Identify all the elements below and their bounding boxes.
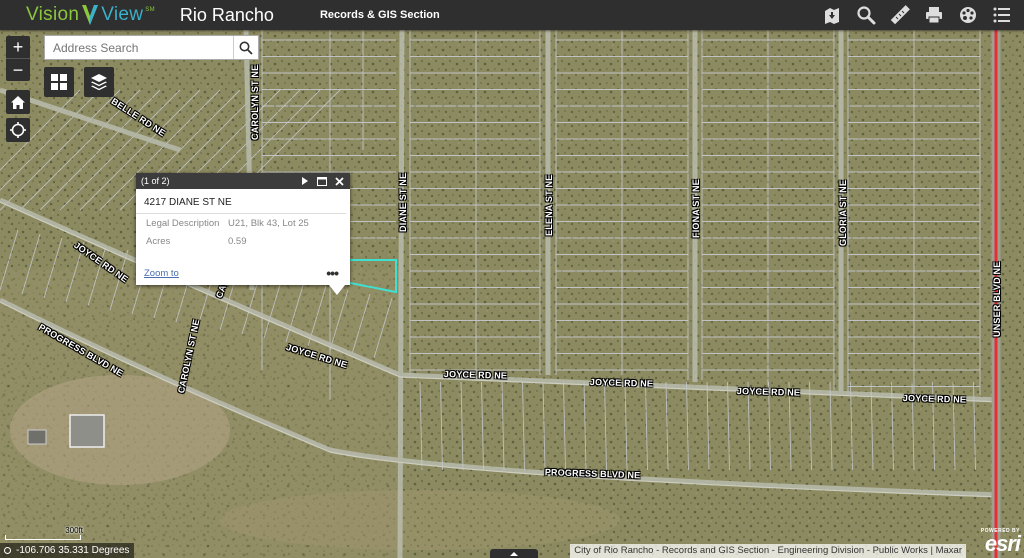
search-submit-button[interactable] (233, 36, 258, 59)
satellite-basemap (0, 30, 1024, 558)
scale-bar-line (5, 535, 81, 540)
header-toolbar (820, 0, 1014, 30)
coordinate-toggle-icon[interactable] (4, 547, 11, 554)
map-attribution: City of Rio Rancho - Records and GIS Sec… (570, 544, 966, 558)
city-title: Rio Rancho (179, 4, 274, 25)
home-icon (11, 95, 25, 109)
layers-palette-icon[interactable] (956, 3, 980, 27)
grid-icon (51, 74, 67, 90)
field-key: Acres (146, 236, 171, 247)
scale-bar: 300ft (5, 526, 83, 540)
measure-icon[interactable] (888, 3, 912, 27)
print-icon[interactable] (922, 3, 946, 27)
close-icon[interactable] (333, 175, 345, 187)
search-icon (239, 41, 253, 55)
popup-feature-count: (1 of 2) (141, 176, 170, 186)
field-value: U21, Blk 43, Lot 25 (228, 218, 309, 229)
road-label: UNSER BLVD NE (992, 261, 1002, 337)
popup-header: (1 of 2) (136, 173, 350, 189)
road-label: FIONA ST NE (691, 179, 701, 238)
layer-list-button[interactable] (84, 67, 114, 97)
logo-sm-mark: SM (145, 7, 155, 13)
road-label: JOYCE RD NE (443, 369, 508, 381)
address-search (44, 35, 259, 60)
attribute-table-toggle[interactable] (490, 549, 538, 558)
app-header: Vision View SM Rio Rancho Records & GIS … (0, 0, 1024, 30)
menu-list-icon[interactable] (990, 3, 1014, 27)
bookmark-icon[interactable] (820, 3, 844, 27)
locate-icon (10, 122, 26, 138)
zoom-in-button[interactable]: + (6, 36, 30, 58)
popup-field-row: Acres 0.59 (136, 232, 350, 250)
zoom-control: + − (6, 36, 30, 81)
field-key: Legal Description (146, 218, 220, 229)
esri-name-text: esri (984, 531, 1021, 556)
road-label: JOYCE RD NE (902, 393, 967, 405)
zoom-to-link[interactable]: Zoom to (144, 268, 179, 279)
search-icon[interactable] (854, 3, 878, 27)
road-label: ELENA ST NE (544, 174, 554, 236)
popup-title: 4217 DIANE ST NE (136, 189, 346, 214)
logo-v-icon (82, 5, 99, 25)
chevron-up-icon (510, 552, 518, 556)
locate-button[interactable] (6, 118, 30, 142)
road-label: JOYCE RD NE (589, 377, 654, 389)
scale-label: 300ft (65, 526, 83, 535)
logo-view-text: View (101, 4, 144, 25)
road-label: JOYCE RD NE (736, 386, 801, 398)
field-value: 0.59 (228, 236, 247, 247)
layers-icon (91, 74, 107, 91)
popup-footer: Zoom to ••• (144, 265, 339, 281)
road-label: CAROLYN ST NE (250, 64, 260, 140)
maximize-icon[interactable] (316, 175, 328, 187)
feature-popup: (1 of 2) 4217 DIANE ST NE Legal Descript… (136, 173, 350, 295)
more-actions-button[interactable]: ••• (326, 265, 339, 281)
address-search-input[interactable] (45, 36, 233, 59)
road-label: GLORIA ST NE (838, 179, 848, 246)
map-view[interactable]: CAROLYN ST NE BELLE RD NE DIANE ST NE EL… (0, 30, 1024, 558)
zoom-out-button[interactable]: − (6, 58, 30, 81)
next-feature-icon[interactable] (299, 175, 311, 187)
popup-pointer (329, 285, 345, 295)
road-label: DIANE ST NE (398, 172, 408, 232)
popup-field-row: Legal Description U21, Blk 43, Lot 25 (136, 214, 350, 232)
home-button[interactable] (6, 90, 30, 114)
coordinate-readout: -106.706 35.331 Degrees (0, 543, 135, 558)
esri-logo: POWERED BY esri (968, 528, 1021, 558)
basemap-gallery-button[interactable] (44, 67, 74, 97)
coordinate-text: -106.706 35.331 Degrees (16, 545, 130, 556)
section-title: Records & GIS Section (319, 9, 440, 21)
visionview-logo: Vision View SM (26, 4, 155, 26)
logo-vision-text: Vision (26, 4, 80, 25)
